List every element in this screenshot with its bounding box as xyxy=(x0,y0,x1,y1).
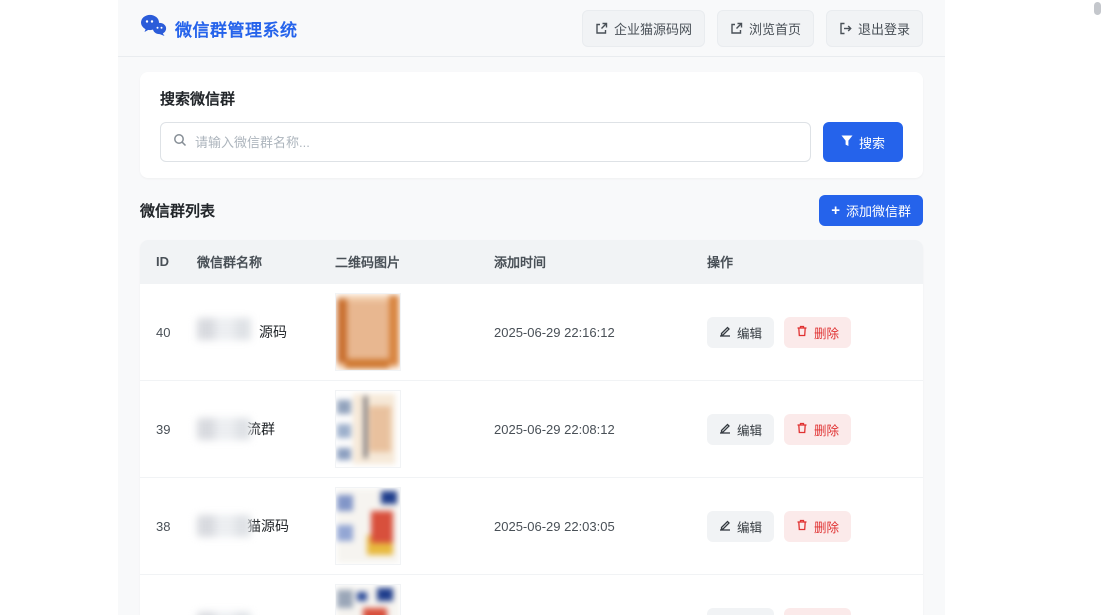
row-id: 40 xyxy=(140,325,197,340)
delete-label: 删除 xyxy=(814,517,839,536)
search-card: 搜索微信群 搜索 xyxy=(140,72,923,178)
nav-home-label: 浏览首页 xyxy=(749,19,801,38)
row-added-time: 2025-06-29 22:03:05 xyxy=(494,519,707,534)
row-qr-cell xyxy=(335,390,494,468)
external-link-icon xyxy=(595,22,608,35)
edit-label: 编辑 xyxy=(737,323,762,342)
nav-home-link[interactable]: 浏览首页 xyxy=(717,10,814,47)
redacted-name-blur xyxy=(197,515,251,537)
row-name: 源码 xyxy=(197,318,335,346)
row-qr-cell xyxy=(335,584,494,615)
plus-icon: + xyxy=(831,203,840,218)
trash-icon xyxy=(796,422,808,437)
col-id: ID xyxy=(140,254,197,269)
col-qr: 二维码图片 xyxy=(335,252,494,271)
search-icon xyxy=(173,133,187,152)
row-id: 39 xyxy=(140,422,197,437)
table-row: 37 交流群 2025-06-29 22:02:49 xyxy=(140,574,923,615)
table-header: ID 微信群名称 二维码图片 添加时间 操作 xyxy=(140,240,923,283)
edit-label: 编辑 xyxy=(737,517,762,536)
search-title: 搜索微信群 xyxy=(160,88,903,109)
top-bar: 微信群管理系统 企业猫源码网 浏览首页 xyxy=(118,0,945,57)
col-name: 微信群名称 xyxy=(197,252,335,271)
trash-icon xyxy=(796,325,808,340)
row-name-text: 猫源码 xyxy=(247,518,289,534)
delete-button[interactable]: 删除 xyxy=(784,317,851,348)
logout-icon xyxy=(839,22,852,35)
search-input[interactable] xyxy=(195,135,798,150)
pencil-icon xyxy=(719,519,731,534)
list-title: 微信群列表 xyxy=(140,200,215,221)
redacted-name-blur xyxy=(197,418,251,440)
search-input-wrap xyxy=(160,122,811,162)
scrollbar-thumb[interactable] xyxy=(1094,2,1101,15)
wechat-icon xyxy=(140,14,167,42)
row-actions: 编辑 删除 xyxy=(707,511,923,542)
row-name: 猫源码 xyxy=(197,515,335,537)
edit-button[interactable]: 编辑 xyxy=(707,511,774,542)
add-group-button[interactable]: + 添加微信群 xyxy=(819,195,923,226)
filter-icon xyxy=(841,135,853,150)
main-content: 搜索微信群 搜索 xyxy=(118,57,945,615)
search-row: 搜索 xyxy=(160,122,903,162)
group-table: ID 微信群名称 二维码图片 添加时间 操作 40 源码 2025-06-29 … xyxy=(140,240,923,615)
edit-button[interactable]: 编辑 xyxy=(707,608,774,615)
redacted-name-blur xyxy=(197,318,269,346)
delete-label: 删除 xyxy=(814,420,839,439)
table-row: 38 猫源码 2025-06-29 22:03:05 xyxy=(140,477,923,574)
brand: 微信群管理系统 xyxy=(140,14,298,42)
row-name-text: 流群 xyxy=(247,421,275,437)
search-button[interactable]: 搜索 xyxy=(823,122,903,162)
col-ops: 操作 xyxy=(707,252,923,271)
row-added-time: 2025-06-29 22:16:12 xyxy=(494,325,707,340)
row-actions: 编辑 删除 xyxy=(707,608,923,615)
qr-code-image xyxy=(335,584,401,615)
external-link-icon xyxy=(730,22,743,35)
table-row: 40 源码 2025-06-29 22:16:12 xyxy=(140,283,923,380)
row-actions: 编辑 删除 xyxy=(707,317,923,348)
list-header: 微信群列表 + 添加微信群 xyxy=(140,195,923,226)
col-time: 添加时间 xyxy=(494,252,707,271)
row-name: 流群 xyxy=(197,418,335,440)
app-page: 微信群管理系统 企业猫源码网 浏览首页 xyxy=(118,0,945,615)
row-actions: 编辑 删除 xyxy=(707,414,923,445)
qr-code-image xyxy=(335,293,401,371)
delete-label: 删除 xyxy=(814,323,839,342)
app-title: 微信群管理系统 xyxy=(175,16,298,41)
table-row: 39 流群 2025-06-29 22:08:12 xyxy=(140,380,923,477)
row-qr-cell xyxy=(335,293,494,371)
edit-button[interactable]: 编辑 xyxy=(707,414,774,445)
delete-button[interactable]: 删除 xyxy=(784,608,851,615)
logout-label: 退出登录 xyxy=(858,19,910,38)
pencil-icon xyxy=(719,325,731,340)
edit-button[interactable]: 编辑 xyxy=(707,317,774,348)
search-button-label: 搜索 xyxy=(859,133,885,152)
delete-button[interactable]: 删除 xyxy=(784,414,851,445)
trash-icon xyxy=(796,519,808,534)
qr-code-image xyxy=(335,390,401,468)
pencil-icon xyxy=(719,422,731,437)
nav-site-label: 企业猫源码网 xyxy=(614,19,692,38)
edit-label: 编辑 xyxy=(737,420,762,439)
nav-site-link[interactable]: 企业猫源码网 xyxy=(582,10,705,47)
logout-button[interactable]: 退出登录 xyxy=(826,10,923,47)
row-qr-cell xyxy=(335,487,494,565)
delete-button[interactable]: 删除 xyxy=(784,511,851,542)
add-group-label: 添加微信群 xyxy=(846,201,911,220)
row-id: 38 xyxy=(140,519,197,534)
qr-code-image xyxy=(335,487,401,565)
top-nav: 企业猫源码网 浏览首页 退出登录 xyxy=(582,10,923,47)
row-added-time: 2025-06-29 22:08:12 xyxy=(494,422,707,437)
